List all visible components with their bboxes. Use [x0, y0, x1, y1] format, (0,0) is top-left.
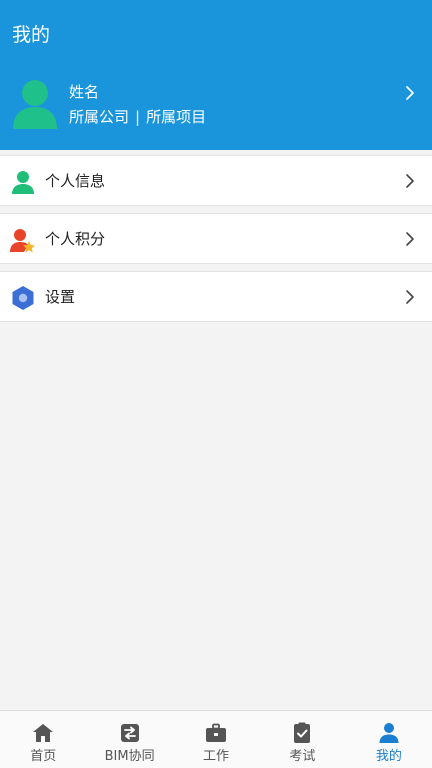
person-star-icon	[10, 229, 35, 253]
menu-label: 个人积分	[45, 230, 106, 248]
profile-row[interactable]: 姓名 所属公司 | 所属项目	[0, 74, 432, 136]
tab-label: 我的	[375, 749, 402, 764]
checklist-icon	[294, 722, 311, 743]
chevron-right-icon	[406, 174, 414, 188]
chevron-right-icon	[406, 232, 414, 246]
profile-header: 我的 姓名 所属公司 | 所属项目	[0, 0, 432, 150]
tab-label: 首页	[30, 749, 57, 764]
tab-label: 考试	[289, 749, 316, 764]
project-label: 所属项目	[146, 108, 207, 126]
org-separator: |	[135, 108, 141, 126]
briefcase-icon	[206, 723, 227, 742]
menu-label: 个人信息	[45, 172, 106, 190]
page-title: 我的	[12, 24, 51, 46]
person-icon	[379, 723, 399, 743]
menu-item-settings[interactable]: 设置	[0, 271, 432, 322]
app-root: 我的 姓名 所属公司 | 所属项目 个人信息 个人积分 设置 首页 BIM协同 …	[0, 0, 432, 768]
tab-exam[interactable]: 考试	[259, 711, 345, 768]
menu-item-personal-info[interactable]: 个人信息	[0, 155, 432, 206]
avatar-icon	[13, 80, 57, 129]
home-icon	[33, 724, 54, 742]
chevron-right-icon	[406, 86, 414, 100]
tab-work[interactable]: 工作	[173, 711, 259, 768]
swap-icon	[120, 724, 139, 742]
company-label: 所属公司	[69, 108, 130, 126]
tab-label: 工作	[203, 749, 230, 764]
chevron-right-icon	[406, 290, 414, 304]
tab-bim-collab[interactable]: BIM协同	[86, 711, 172, 768]
menu-label: 设置	[45, 288, 76, 306]
user-organization: 所属公司 | 所属项目	[69, 107, 206, 127]
tab-home[interactable]: 首页	[0, 711, 86, 768]
person-icon	[12, 171, 34, 194]
tab-label: BIM协同	[104, 749, 155, 764]
bottom-tab-bar: 首页 BIM协同 工作 考试 我的	[0, 710, 432, 768]
tab-mine[interactable]: 我的	[346, 711, 432, 768]
menu-item-personal-points[interactable]: 个人积分	[0, 213, 432, 264]
user-name: 姓名	[69, 83, 100, 101]
gear-hexagon-icon	[12, 286, 34, 310]
